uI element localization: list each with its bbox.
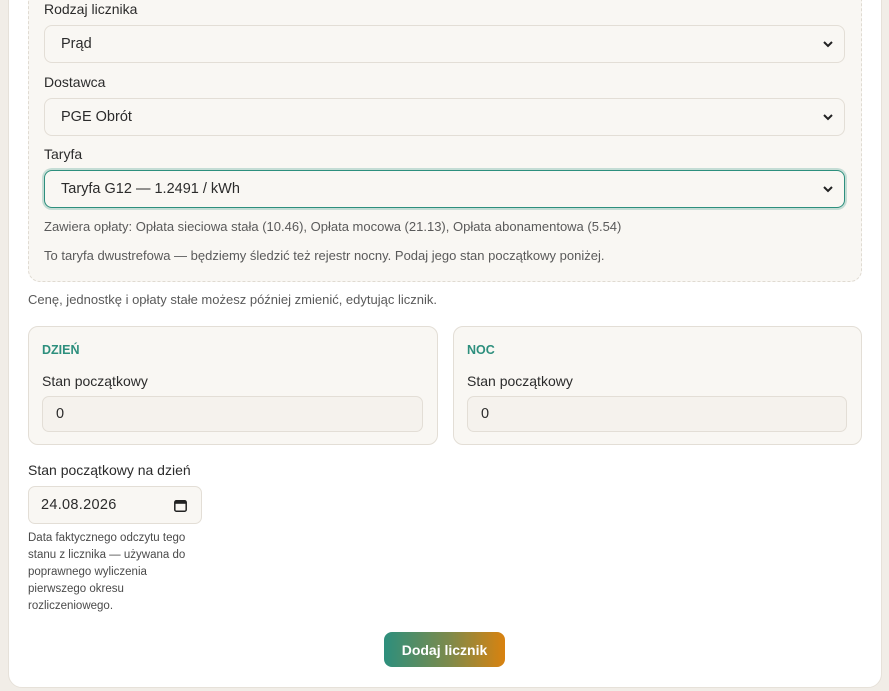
meter-type-label: Rodzaj licznika (44, 1, 138, 17)
tariff-dual-note: To taryfa dwustrefowa — będziemy śledzić… (44, 248, 605, 263)
tariff-fees-note: Zawiera opłaty: Opłata sieciowa stała (1… (44, 219, 622, 234)
edit-note: Cenę, jednostkę i opłaty stałe możesz pó… (28, 292, 437, 307)
add-meter-button[interactable]: Dodaj licznik (384, 632, 505, 667)
zone-day-title: DZIEŃ (42, 343, 80, 357)
chevron-down-icon (823, 114, 833, 121)
calendar-icon[interactable] (174, 499, 187, 512)
supplier-select[interactable]: PGE Obrót (44, 98, 845, 136)
chevron-down-icon (823, 186, 833, 193)
tariff-label: Taryfa (44, 146, 83, 162)
meter-type-value: Prąd (61, 36, 92, 52)
zone-day-value: 0 (56, 406, 65, 422)
zone-day-input[interactable]: 0 (42, 396, 423, 432)
zone-night-input[interactable]: 0 (467, 396, 847, 432)
start-date-label: Stan początkowy na dzień (28, 462, 191, 478)
tariff-value: Taryfa G12 — 1.2491 / kWh (61, 181, 240, 197)
start-date-value: 24.08.2026 (41, 497, 117, 513)
zone-night-title: NOC (467, 343, 495, 357)
meter-type-select[interactable]: Prąd (44, 25, 845, 63)
zone-day-label: Stan początkowy (42, 373, 148, 389)
start-date-input[interactable]: 24.08.2026 (28, 486, 202, 524)
zone-night-label: Stan początkowy (467, 373, 573, 389)
zone-night-card: NOC Stan początkowy 0 (453, 326, 862, 445)
zone-night-value: 0 (481, 406, 490, 422)
start-date-help: Data faktycznego odczytu tego stanu z li… (28, 532, 186, 612)
chevron-down-icon (823, 41, 833, 48)
tariff-select[interactable]: Taryfa G12 — 1.2491 / kWh (44, 170, 845, 208)
zone-day-card: DZIEŃ Stan początkowy 0 (28, 326, 438, 445)
supplier-label: Dostawca (44, 74, 106, 90)
supplier-value: PGE Obrót (61, 109, 132, 125)
